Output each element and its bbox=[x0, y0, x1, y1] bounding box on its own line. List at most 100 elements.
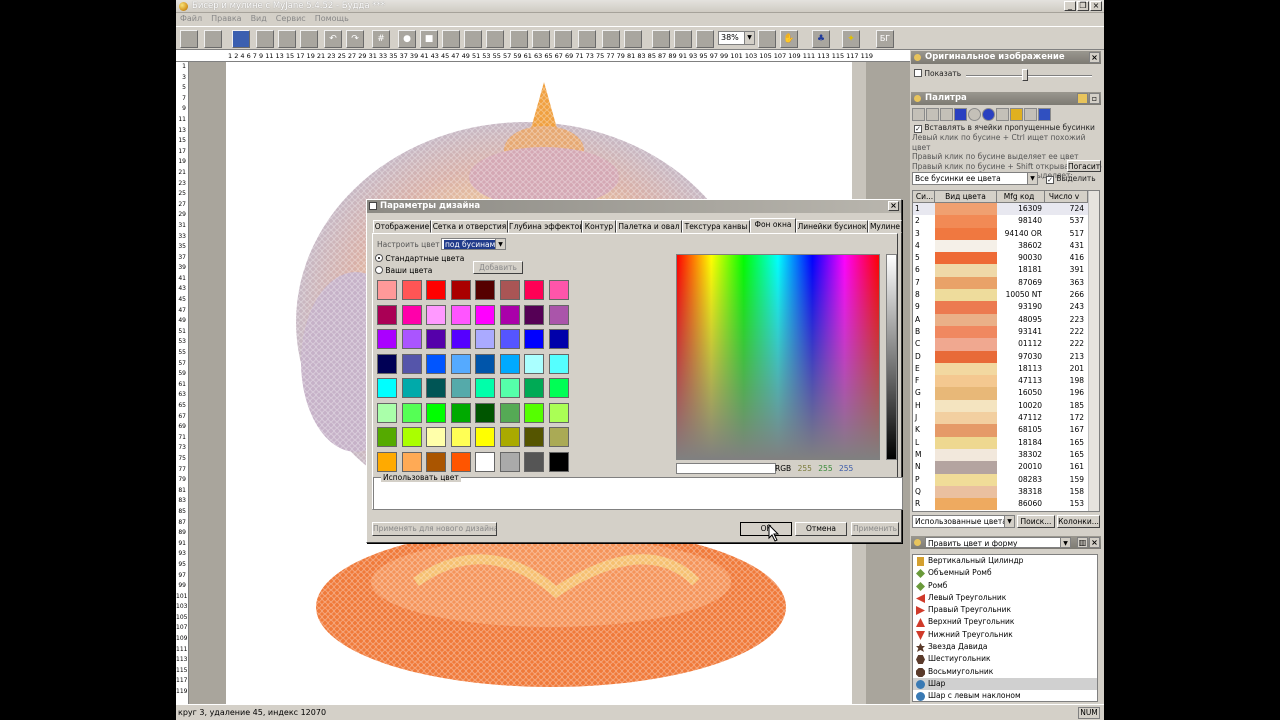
color-swatch[interactable] bbox=[426, 427, 446, 447]
color-swatch[interactable] bbox=[426, 402, 446, 423]
view-icon[interactable] bbox=[674, 30, 692, 48]
table-row[interactable]: 9 93190 243 bbox=[913, 301, 1099, 314]
checkbox-icon[interactable]: ✓ bbox=[914, 125, 922, 133]
shape-list-item[interactable]: Правый Треугольник bbox=[913, 604, 1097, 616]
fill-rect-icon[interactable] bbox=[954, 108, 967, 121]
shape-list-item[interactable]: Шар bbox=[913, 677, 1097, 691]
opacity-slider-thumb[interactable] bbox=[1022, 69, 1028, 81]
color-swatch[interactable] bbox=[524, 304, 544, 325]
square-bead-icon[interactable]: ■ bbox=[420, 30, 438, 48]
shape-list-item[interactable]: Объемный Ромб bbox=[913, 567, 1097, 579]
fill-circle-icon[interactable] bbox=[982, 108, 995, 121]
table-row[interactable]: 5 90030 416 bbox=[913, 252, 1099, 265]
shape-list-item[interactable]: Шестиугольник bbox=[913, 653, 1097, 665]
eyedropper-icon[interactable] bbox=[926, 108, 939, 121]
table-row[interactable]: M 38302 165 bbox=[913, 448, 1099, 462]
shape-list-item[interactable]: Звезда Давида bbox=[913, 641, 1097, 653]
table-row[interactable]: C 01112 222 bbox=[913, 338, 1099, 351]
color-swatch[interactable] bbox=[548, 378, 569, 398]
color-swatch[interactable] bbox=[450, 402, 471, 423]
table-row[interactable]: 1 16309 724 bbox=[913, 203, 1099, 216]
color-swatch[interactable] bbox=[401, 402, 422, 423]
mosaic-icon[interactable] bbox=[602, 30, 620, 48]
new-icon[interactable] bbox=[180, 30, 198, 48]
table-row[interactable]: P 08283 159 bbox=[913, 473, 1099, 486]
tab-contour[interactable]: Контур bbox=[582, 220, 616, 233]
bg-icon[interactable]: БГ bbox=[876, 30, 894, 48]
minimize-icon[interactable]: _ bbox=[1064, 1, 1076, 11]
table-row[interactable]: J 47112 172 bbox=[913, 412, 1099, 425]
chevron-down-icon[interactable]: ▼ bbox=[495, 239, 505, 249]
color-swatch[interactable] bbox=[426, 329, 446, 349]
table-row[interactable]: F 47113 198 bbox=[913, 375, 1099, 388]
chevron-down-icon[interactable]: ▼ bbox=[1027, 173, 1037, 184]
color-swatch[interactable] bbox=[401, 427, 422, 447]
shape-list-item[interactable]: Шар с левым наклоном bbox=[913, 690, 1097, 701]
color-swatch[interactable] bbox=[475, 280, 495, 300]
color-swatch[interactable] bbox=[377, 427, 397, 447]
undo-icon[interactable]: ↶ bbox=[324, 30, 342, 48]
grid-icon[interactable]: # bbox=[372, 30, 390, 48]
color-swatch[interactable] bbox=[499, 427, 520, 447]
columns-icon[interactable]: ▥ bbox=[1077, 537, 1088, 548]
color-swatch[interactable] bbox=[426, 451, 446, 472]
col-symbol[interactable]: Си... bbox=[913, 191, 935, 202]
add-color-button[interactable]: Добавить bbox=[473, 261, 523, 274]
color-swatch[interactable] bbox=[377, 402, 397, 423]
color-swatch[interactable] bbox=[475, 353, 495, 374]
color-swatch[interactable] bbox=[524, 329, 544, 349]
tab-effects[interactable]: Глубина эффектов bbox=[508, 220, 582, 233]
camera-icon[interactable] bbox=[652, 30, 670, 48]
tab-canvas-texture[interactable]: Текстура канвы bbox=[682, 220, 750, 233]
checkbox-icon[interactable] bbox=[914, 69, 922, 77]
color-swatch[interactable] bbox=[475, 329, 495, 349]
hand-icon[interactable]: ✋ bbox=[780, 30, 798, 48]
your-colors-radio[interactable]: Ваши цвета bbox=[375, 266, 432, 275]
highlight-checkbox[interactable]: ✓ Выделить bbox=[1046, 174, 1096, 184]
color-swatch[interactable] bbox=[450, 427, 471, 447]
customize-color-select[interactable]: под бусинами ▼ bbox=[441, 238, 506, 250]
ruler-icon[interactable] bbox=[696, 30, 714, 48]
color-swatch[interactable] bbox=[426, 353, 446, 374]
color-swatch[interactable] bbox=[499, 304, 520, 325]
menu-service[interactable]: Сервис bbox=[276, 13, 306, 25]
color-swatch[interactable] bbox=[377, 353, 397, 374]
color-swatch[interactable] bbox=[426, 378, 446, 398]
color-swatch[interactable] bbox=[524, 378, 544, 398]
tab-floss[interactable]: Мулине bbox=[868, 220, 902, 233]
menu-help[interactable]: Помощь bbox=[315, 13, 349, 25]
close-icon[interactable]: × bbox=[888, 201, 899, 211]
color-swatch[interactable] bbox=[475, 378, 495, 398]
extinguish-button[interactable]: Погасить bbox=[1067, 160, 1101, 172]
magic-icon[interactable]: ✦ bbox=[842, 30, 860, 48]
radio-icon[interactable] bbox=[375, 266, 383, 274]
standard-colors-radio[interactable]: Стандартные цвета bbox=[375, 254, 464, 263]
save-icon[interactable] bbox=[232, 30, 250, 48]
minimize-icon[interactable]: ▫ bbox=[1089, 93, 1100, 104]
pencil-icon[interactable] bbox=[912, 108, 925, 121]
color-swatch[interactable] bbox=[377, 378, 397, 398]
paste-icon[interactable] bbox=[300, 30, 318, 48]
circle-icon[interactable] bbox=[968, 108, 981, 121]
color-swatch[interactable] bbox=[548, 427, 569, 447]
color-swatch[interactable] bbox=[450, 378, 471, 398]
shape-list-item[interactable]: Восьмиугольник bbox=[913, 666, 1097, 678]
fill-icon[interactable] bbox=[510, 30, 528, 48]
palette-scrollbar[interactable] bbox=[1088, 191, 1099, 511]
insert-missing-checkbox[interactable]: ✓ Вставлять в ячейки пропущенные бусинки bbox=[914, 123, 1095, 133]
shape-list-item[interactable]: Нижний Треугольник bbox=[913, 629, 1097, 641]
color-swatch[interactable] bbox=[475, 402, 495, 423]
shape-list-item[interactable]: Левый Треугольник bbox=[913, 592, 1097, 604]
color-swatch[interactable] bbox=[475, 427, 495, 447]
color-swatch[interactable] bbox=[475, 304, 495, 325]
redo-icon[interactable]: ↷ bbox=[346, 30, 364, 48]
table-row[interactable]: Q 38318 158 bbox=[913, 485, 1099, 499]
color-swatch[interactable] bbox=[401, 304, 422, 325]
color-swatch[interactable] bbox=[499, 329, 520, 349]
menu-view[interactable]: Вид bbox=[251, 13, 267, 25]
frame-icon[interactable] bbox=[554, 30, 572, 48]
ok-button[interactable]: OK bbox=[740, 522, 792, 536]
table-row[interactable]: 4 38602 431 bbox=[913, 239, 1099, 253]
chevron-down-icon[interactable]: ▼ bbox=[1004, 516, 1014, 527]
cancel-button[interactable]: Отмена bbox=[795, 522, 847, 536]
